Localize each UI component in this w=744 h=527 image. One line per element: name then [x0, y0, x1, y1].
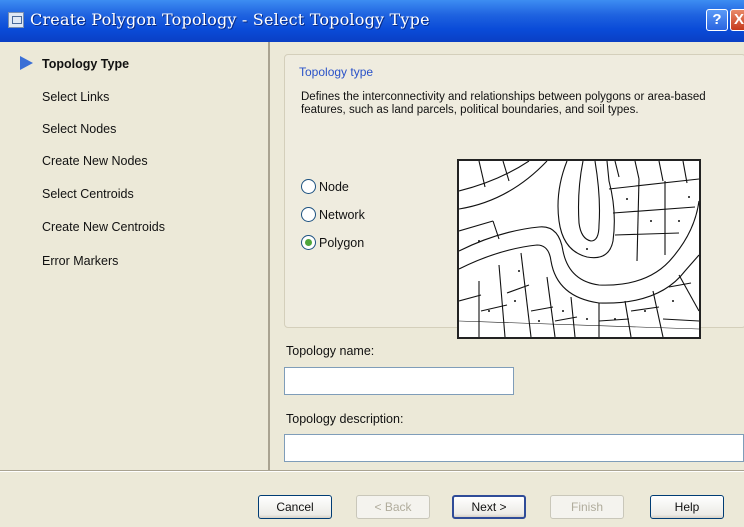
close-icon[interactable]: X	[730, 9, 744, 31]
radio-circle-icon	[301, 207, 316, 222]
polygon-map-icon	[458, 160, 700, 338]
help-button[interactable]: Help	[650, 495, 724, 519]
help-icon[interactable]: ?	[706, 9, 728, 31]
topology-description-text: Defines the interconnectivity and relati…	[301, 91, 706, 116]
wizard-steps-sidebar: Topology Type Select Links Select Nodes …	[0, 42, 270, 470]
app-icon	[8, 12, 24, 28]
window-title: Create Polygon Topology - Select Topolog…	[30, 10, 430, 29]
topology-name-label: Topology name:	[286, 344, 375, 358]
radio-label: Node	[319, 180, 349, 194]
radio-network[interactable]: Network	[301, 207, 365, 222]
topology-description-label: Topology description:	[286, 412, 404, 426]
topology-description-input[interactable]	[284, 434, 744, 462]
group-label: Topology type	[299, 65, 374, 79]
current-step-arrow-icon	[20, 56, 33, 70]
radio-label: Network	[319, 208, 365, 222]
radio-node[interactable]: Node	[301, 179, 349, 194]
sidebar-item-create-new-nodes[interactable]: Create New Nodes	[42, 154, 148, 168]
next-button[interactable]: Next >	[452, 495, 526, 519]
sidebar-item-select-nodes[interactable]: Select Nodes	[42, 122, 116, 136]
topology-name-input[interactable]	[284, 367, 514, 395]
main-panel: Topology type Defines the interconnectiv…	[270, 42, 744, 470]
dialog-window: Create Polygon Topology - Select Topolog…	[0, 0, 744, 527]
title-bar[interactable]: Create Polygon Topology - Select Topolog…	[0, 0, 744, 42]
finish-button[interactable]: Finish	[550, 495, 624, 519]
footer-divider-highlight	[0, 471, 744, 472]
cancel-button[interactable]: Cancel	[258, 495, 332, 519]
sidebar-item-create-new-centroids[interactable]: Create New Centroids	[42, 220, 165, 234]
sidebar-item-select-centroids[interactable]: Select Centroids	[42, 187, 134, 201]
radio-selected-icon	[301, 235, 316, 250]
sidebar-item-select-links[interactable]: Select Links	[42, 90, 109, 104]
polygon-topology-illustration	[457, 159, 701, 339]
topology-type-group: Topology type Defines the interconnectiv…	[284, 54, 744, 339]
sidebar-item-topology-type[interactable]: Topology Type	[42, 57, 129, 71]
radio-polygon[interactable]: Polygon	[301, 235, 364, 250]
sidebar-item-error-markers[interactable]: Error Markers	[42, 254, 118, 268]
radio-circle-icon	[301, 179, 316, 194]
radio-label: Polygon	[319, 236, 365, 250]
back-button[interactable]: < Back	[356, 495, 430, 519]
